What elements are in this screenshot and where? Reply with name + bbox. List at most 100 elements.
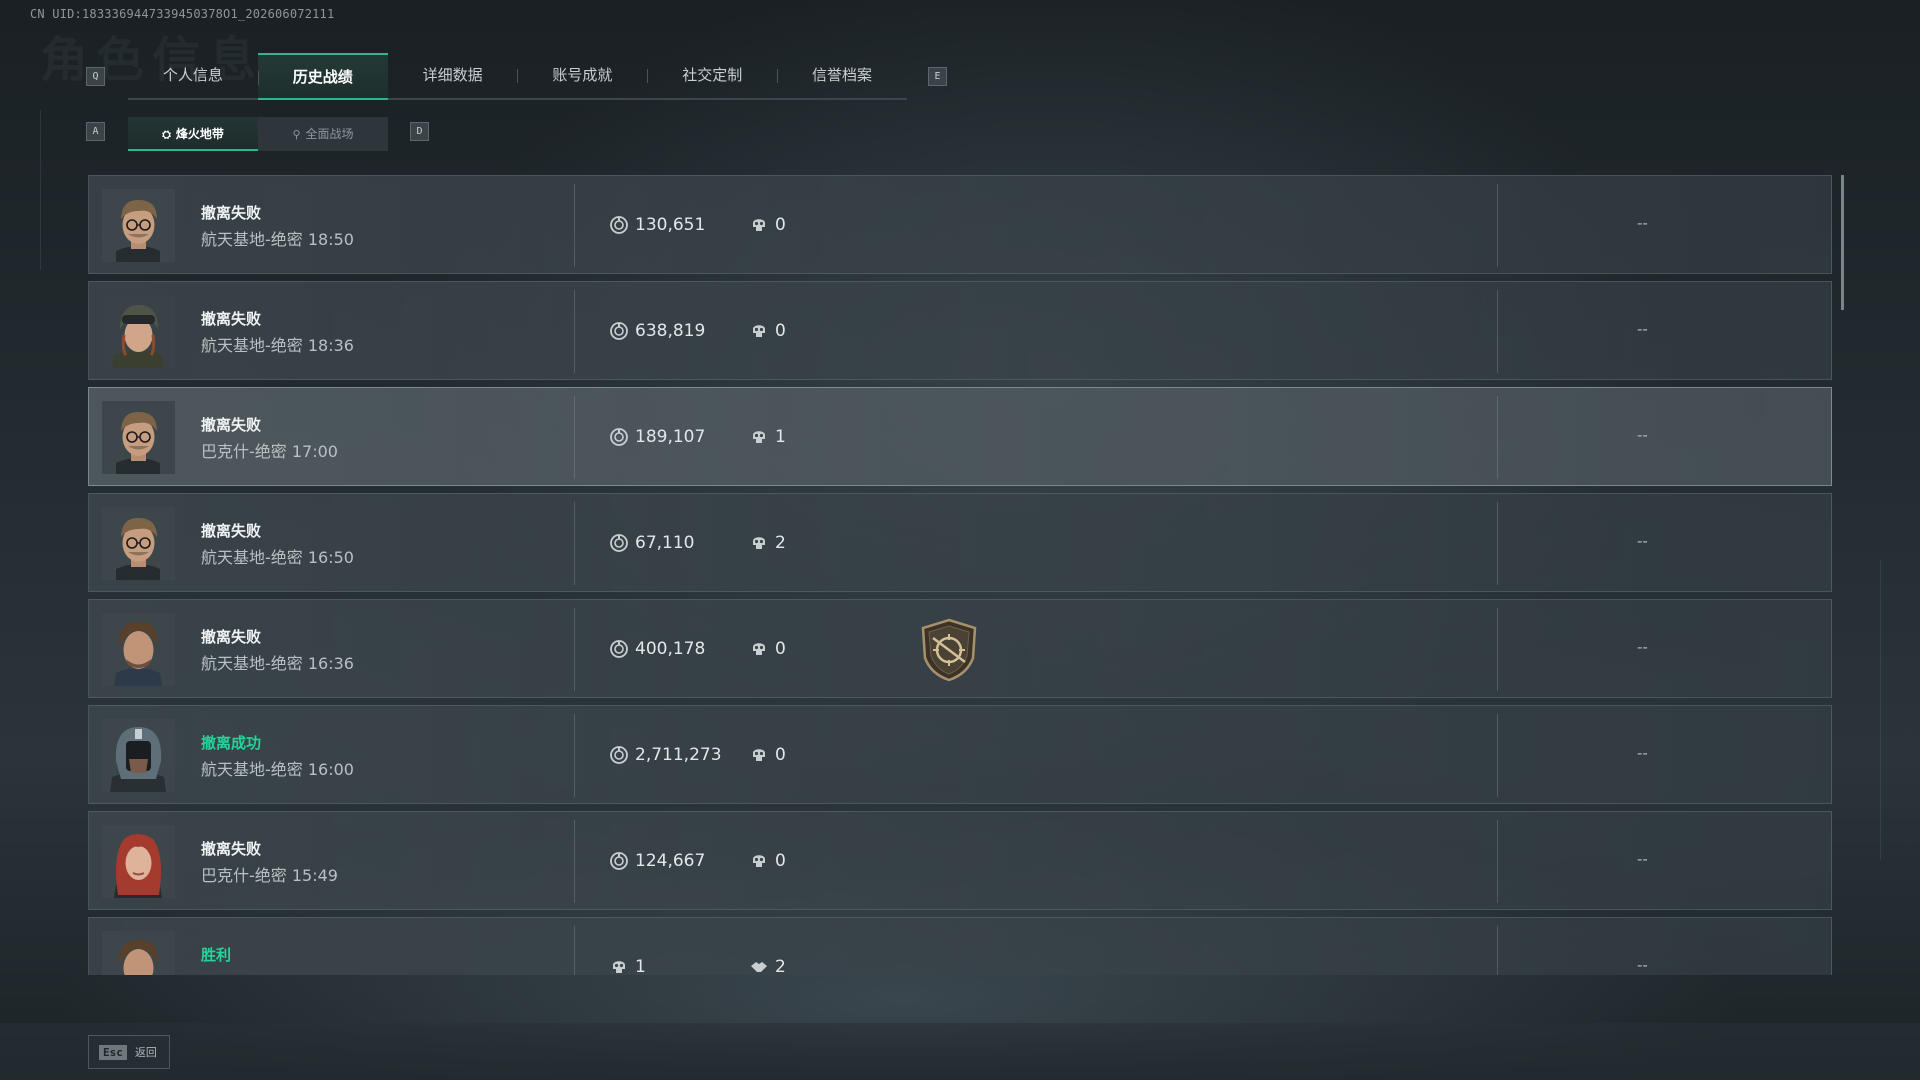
loot-value: 124,667 bbox=[609, 850, 705, 872]
skull-icon bbox=[749, 427, 769, 447]
tab-detailed-data[interactable]: 详细数据 bbox=[388, 53, 518, 98]
kill-count: 1 bbox=[609, 956, 646, 975]
kill-count-text: 1 bbox=[775, 427, 786, 447]
match-record-row[interactable]: 胜利 1 2 -- bbox=[88, 917, 1832, 975]
coin-icon bbox=[609, 745, 629, 765]
extraction-status: 撤离失败 bbox=[201, 310, 262, 328]
esc-key-icon: Esc bbox=[99, 1044, 127, 1060]
loot-value: 67,110 bbox=[609, 532, 694, 554]
row-divider bbox=[1497, 714, 1498, 797]
kill-count-text: 0 bbox=[775, 745, 786, 765]
map-and-time: 航天基地-绝密 16:50 bbox=[201, 548, 354, 567]
match-record-row[interactable]: 撤离失败 航天基地-绝密 18:36 638,819 0 -- bbox=[88, 281, 1832, 380]
operator-avatar bbox=[102, 507, 175, 580]
operator-avatar bbox=[102, 189, 175, 262]
subtab-label: 全面战场 bbox=[305, 127, 354, 141]
map-and-time: 航天基地-绝密 16:00 bbox=[201, 760, 354, 779]
kill-count-text: 0 bbox=[775, 639, 786, 659]
match-history-list[interactable]: 撤离失败 航天基地-绝密 18:50 130,651 0 -- 撤离失败 航天基… bbox=[88, 175, 1832, 975]
kill-count: 0 bbox=[749, 850, 786, 872]
row-divider bbox=[1497, 502, 1498, 585]
operator-avatar bbox=[102, 613, 175, 686]
match-record-row[interactable]: 撤离失败 航天基地-绝密 18:50 130,651 0 -- bbox=[88, 175, 1832, 274]
subtab-label: 烽火地带 bbox=[175, 127, 224, 141]
loot-value-text: 189,107 bbox=[635, 427, 706, 447]
kill-count: 1 bbox=[749, 426, 786, 448]
kill-count: 0 bbox=[749, 638, 786, 660]
extraction-status: 撤离失败 bbox=[201, 204, 262, 222]
loot-value: 2,711,273 bbox=[609, 744, 722, 766]
row-divider bbox=[574, 714, 575, 797]
operator-avatar bbox=[102, 401, 175, 474]
row-divider bbox=[574, 608, 575, 691]
assist-count: 2 bbox=[749, 956, 786, 975]
row-divider bbox=[574, 396, 575, 479]
coin-icon bbox=[609, 533, 629, 553]
extra-info: -- bbox=[1637, 426, 1648, 444]
back-button[interactable]: Esc 返回 bbox=[88, 1035, 170, 1069]
map-and-time: 航天基地-绝密 18:50 bbox=[201, 230, 354, 249]
row-divider bbox=[574, 926, 575, 975]
tab-personal-info[interactable]: 个人信息 bbox=[128, 53, 258, 98]
extraction-status: 撤离失败 bbox=[201, 522, 262, 540]
tab-achievements[interactable]: 账号成就 bbox=[517, 53, 647, 98]
coin-icon bbox=[609, 321, 629, 341]
footer-bar bbox=[0, 1023, 1920, 1080]
skull-icon bbox=[749, 639, 769, 659]
kill-count-text: 0 bbox=[775, 215, 786, 235]
row-divider bbox=[1497, 290, 1498, 373]
operator-avatar bbox=[102, 719, 175, 792]
row-divider bbox=[1497, 926, 1498, 975]
match-record-row[interactable]: 撤离失败 航天基地-绝密 16:36 400,178 0 -- bbox=[88, 599, 1832, 698]
loot-value-text: 67,110 bbox=[635, 533, 695, 553]
loot-value-text: 2,711,273 bbox=[635, 745, 722, 765]
operator-avatar bbox=[102, 825, 175, 898]
kill-count: 0 bbox=[749, 214, 786, 236]
key-hint-next-subtab: D bbox=[410, 122, 429, 141]
crosshair-shield-badge bbox=[921, 618, 977, 682]
flame-zone-icon: ⛭ bbox=[162, 128, 171, 141]
coin-icon bbox=[609, 427, 629, 447]
list-scrollbar[interactable] bbox=[1841, 175, 1844, 310]
kill-count-text: 2 bbox=[775, 533, 786, 553]
extra-info: -- bbox=[1637, 214, 1648, 232]
coin-icon bbox=[609, 639, 629, 659]
row-divider bbox=[1497, 396, 1498, 479]
mode-tab-bar: ⛭ 烽火地带 ⚲ 全面战场 bbox=[128, 117, 388, 151]
decor-line bbox=[40, 110, 41, 270]
loot-value-text: 130,651 bbox=[635, 215, 706, 235]
extraction-status: 撤离失败 bbox=[201, 628, 262, 646]
skull-icon bbox=[749, 215, 769, 235]
tab-match-history[interactable]: 历史战绩 bbox=[257, 53, 388, 100]
loot-value: 130,651 bbox=[609, 214, 705, 236]
subtab-battlefield[interactable]: ⚲ 全面战场 bbox=[258, 117, 388, 151]
key-hint-prev-subtab: A bbox=[86, 122, 105, 141]
match-record-row[interactable]: 撤离失败 巴克什-绝密 15:49 124,667 0 -- bbox=[88, 811, 1832, 910]
map-and-time: 巴克什-绝密 17:00 bbox=[201, 442, 338, 461]
skull-icon bbox=[749, 321, 769, 341]
match-record-row[interactable]: 撤离失败 航天基地-绝密 16:50 67,110 2 -- bbox=[88, 493, 1832, 592]
loot-value: 638,819 bbox=[609, 320, 705, 342]
kill-count: 0 bbox=[749, 320, 786, 342]
kill-count: 0 bbox=[749, 744, 786, 766]
tab-reputation[interactable]: 信誉档案 bbox=[777, 53, 907, 98]
decor-line bbox=[1880, 560, 1881, 860]
extra-info: -- bbox=[1637, 532, 1648, 550]
extra-info: -- bbox=[1637, 956, 1648, 974]
loot-value: 189,107 bbox=[609, 426, 705, 448]
kill-count: 2 bbox=[749, 532, 786, 554]
row-divider bbox=[1497, 184, 1498, 267]
match-record-row[interactable]: 撤离失败 巴克什-绝密 17:00 189,107 1 -- bbox=[88, 387, 1832, 486]
handshake-icon bbox=[749, 957, 769, 975]
tab-social-custom[interactable]: 社交定制 bbox=[647, 53, 777, 98]
match-record-row[interactable]: 撤离成功 航天基地-绝密 16:00 2,711,273 0 -- bbox=[88, 705, 1832, 804]
extraction-status: 撤离失败 bbox=[201, 416, 262, 434]
map-and-time: 航天基地-绝密 18:36 bbox=[201, 336, 354, 355]
row-divider bbox=[574, 820, 575, 903]
loot-value-text: 124,667 bbox=[635, 851, 706, 871]
key-hint-prev-tab: Q bbox=[86, 67, 105, 86]
battlefield-icon: ⚲ bbox=[292, 128, 301, 141]
subtab-flame-zone[interactable]: ⛭ 烽火地带 bbox=[128, 117, 258, 151]
extra-info: -- bbox=[1637, 638, 1648, 656]
operator-avatar bbox=[102, 295, 175, 368]
